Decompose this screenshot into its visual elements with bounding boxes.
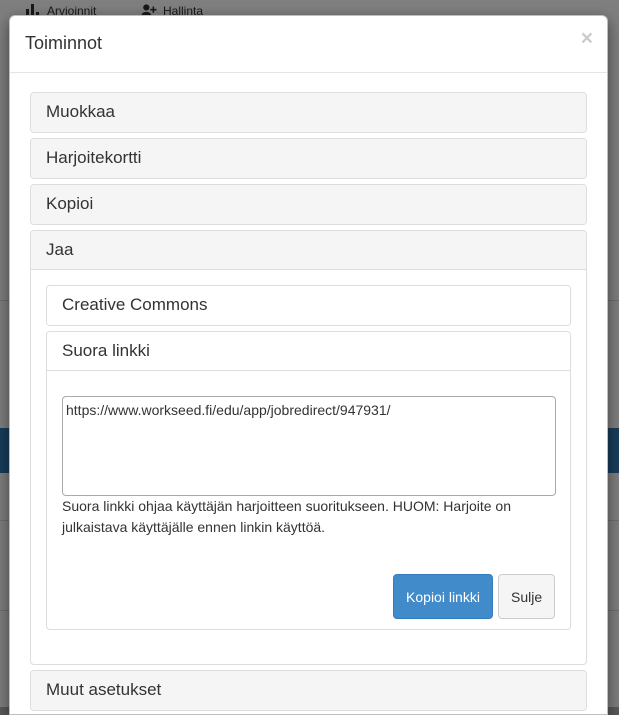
panel-heading-muokkaa[interactable]: Muokkaa — [31, 93, 586, 132]
panel-body-suora-linkki: https://www.workseed.fi/edu/app/jobredir… — [47, 371, 570, 629]
panel-heading-jaa[interactable]: Jaa — [31, 231, 586, 270]
panel-kopioi: Kopioi — [30, 184, 587, 225]
direct-link-help-text: Suora linkki ohjaa käyttäjän harjoitteen… — [62, 498, 512, 535]
direct-link-textarea[interactable]: https://www.workseed.fi/edu/app/jobredir… — [62, 396, 556, 496]
panel-heading-creative-commons[interactable]: Creative Commons — [47, 286, 570, 325]
modal-header: Toiminnot × — [10, 16, 607, 73]
panel-suora-linkki: Suora linkki https://www.workseed.fi/edu… — [46, 331, 571, 630]
panel-muut-asetukset: Muut asetukset — [30, 670, 587, 711]
panel-heading-muut-asetukset[interactable]: Muut asetukset — [31, 671, 586, 710]
panel-heading-harjoitekortti[interactable]: Harjoitekortti — [31, 139, 586, 178]
panel-heading-kopioi[interactable]: Kopioi — [31, 185, 586, 224]
panel-jaa: Jaa Creative Commons Suora linkki https:… — [30, 230, 587, 665]
copy-link-button[interactable]: Kopioi linkki — [393, 574, 493, 619]
close-icon[interactable]: × — [581, 28, 593, 49]
modal-body: Muokkaa Harjoitekortti Kopioi Jaa Creati… — [10, 73, 607, 711]
panel-muokkaa: Muokkaa — [30, 92, 587, 133]
close-button[interactable]: Sulje — [498, 574, 555, 619]
direct-link-actions: Kopioi linkki Sulje — [62, 574, 555, 619]
panel-harjoitekortti: Harjoitekortti — [30, 138, 587, 179]
panel-body-jaa: Creative Commons Suora linkki https://ww… — [31, 270, 586, 664]
modal-title: Toiminnot — [25, 33, 103, 53]
panel-heading-suora-linkki[interactable]: Suora linkki — [47, 332, 570, 371]
actions-modal: Toiminnot × Muokkaa Harjoitekortti Kopio… — [9, 15, 608, 715]
panel-creative-commons: Creative Commons — [46, 285, 571, 326]
